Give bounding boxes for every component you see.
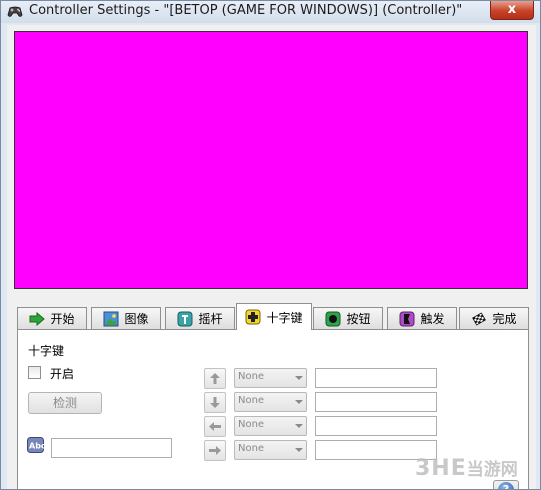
tab-buttons[interactable]: 按钮 <box>313 307 383 329</box>
tab-label: 十字键 <box>266 310 303 325</box>
dpad-down-button[interactable] <box>204 392 226 413</box>
tab-start[interactable]: 开始 <box>17 307 87 329</box>
tab-label: 摇杆 <box>198 312 223 326</box>
chevron-down-icon <box>295 424 303 428</box>
combo-value: None <box>238 395 265 406</box>
abc-text-icon: Abc <box>27 437 44 453</box>
dpad-right-combo[interactable]: None <box>234 440 307 460</box>
close-icon: x <box>507 2 517 17</box>
tab-image[interactable]: 图像 <box>91 307 161 329</box>
dpad-left-mapping-field[interactable] <box>315 416 437 436</box>
tab-joystick[interactable]: 摇杆 <box>165 307 235 329</box>
arrow-down-icon <box>210 397 220 408</box>
enable-checkbox[interactable] <box>28 366 41 379</box>
site-watermark: 3HE当游网 <box>415 453 540 485</box>
close-button[interactable]: x <box>490 1 534 20</box>
arrow-left-icon <box>209 422 221 431</box>
combo-value: None <box>238 443 265 454</box>
section-title: 十字键 <box>28 344 65 358</box>
arrow-up-icon <box>210 373 220 384</box>
joystick-icon <box>177 311 193 326</box>
dpad-up-button[interactable] <box>204 368 226 389</box>
dpad-down-mapping-field[interactable] <box>315 392 437 412</box>
trigger-icon <box>399 311 415 326</box>
detect-button[interactable]: 检测 <box>28 392 102 414</box>
settings-tab-bar: 开始 图像 摇杆 十字键 按钮 触发 完成 <box>17 303 529 330</box>
controller-preview-area <box>14 31 528 289</box>
tab-finish[interactable]: 完成 <box>459 307 529 329</box>
combo-value: None <box>238 419 265 430</box>
combo-value: None <box>238 371 265 382</box>
tab-label: 触发 <box>420 312 445 326</box>
chevron-down-icon <box>295 400 303 404</box>
dpad-icon <box>245 309 261 325</box>
finish-flag-icon <box>472 311 487 326</box>
dpad-left-combo[interactable]: None <box>234 416 307 436</box>
tab-label: 开始 <box>50 312 75 326</box>
chevron-down-icon <box>295 448 303 452</box>
chevron-down-icon <box>295 376 303 380</box>
dpad-down-combo[interactable]: None <box>234 392 307 412</box>
dpad-right-button[interactable] <box>204 440 226 461</box>
dpad-up-combo[interactable]: None <box>234 368 307 388</box>
window-title: Controller Settings - "[BETOP (GAME FOR … <box>29 3 463 18</box>
tab-label: 图像 <box>124 312 149 326</box>
arrow-right-icon <box>209 446 221 455</box>
dpad-up-mapping-field[interactable] <box>315 368 437 388</box>
svg-text:Abc: Abc <box>29 442 44 451</box>
picture-icon <box>103 311 119 326</box>
button-icon <box>325 311 341 326</box>
enable-checkbox-label: 开启 <box>50 367 75 381</box>
gamepad-icon <box>7 6 23 17</box>
dpad-left-button[interactable] <box>204 416 226 437</box>
title-bar[interactable]: Controller Settings - "[BETOP (GAME FOR … <box>1 1 540 23</box>
tab-dpad[interactable]: 十字键 <box>236 303 312 330</box>
controller-settings-window: Controller Settings - "[BETOP (GAME FOR … <box>0 0 541 490</box>
tab-trigger[interactable]: 触发 <box>387 307 457 329</box>
tab-label: 完成 <box>492 312 517 326</box>
name-input[interactable] <box>51 438 172 458</box>
tab-label: 按钮 <box>346 312 371 326</box>
window-client-area: 开始 图像 摇杆 十字键 按钮 触发 完成 十字键 开启 检测 Ab None … <box>7 25 536 489</box>
arrow-right-icon <box>29 311 46 326</box>
watermark-chinese: 当游网 <box>466 460 518 480</box>
watermark-latin: 3HE <box>415 456 467 481</box>
